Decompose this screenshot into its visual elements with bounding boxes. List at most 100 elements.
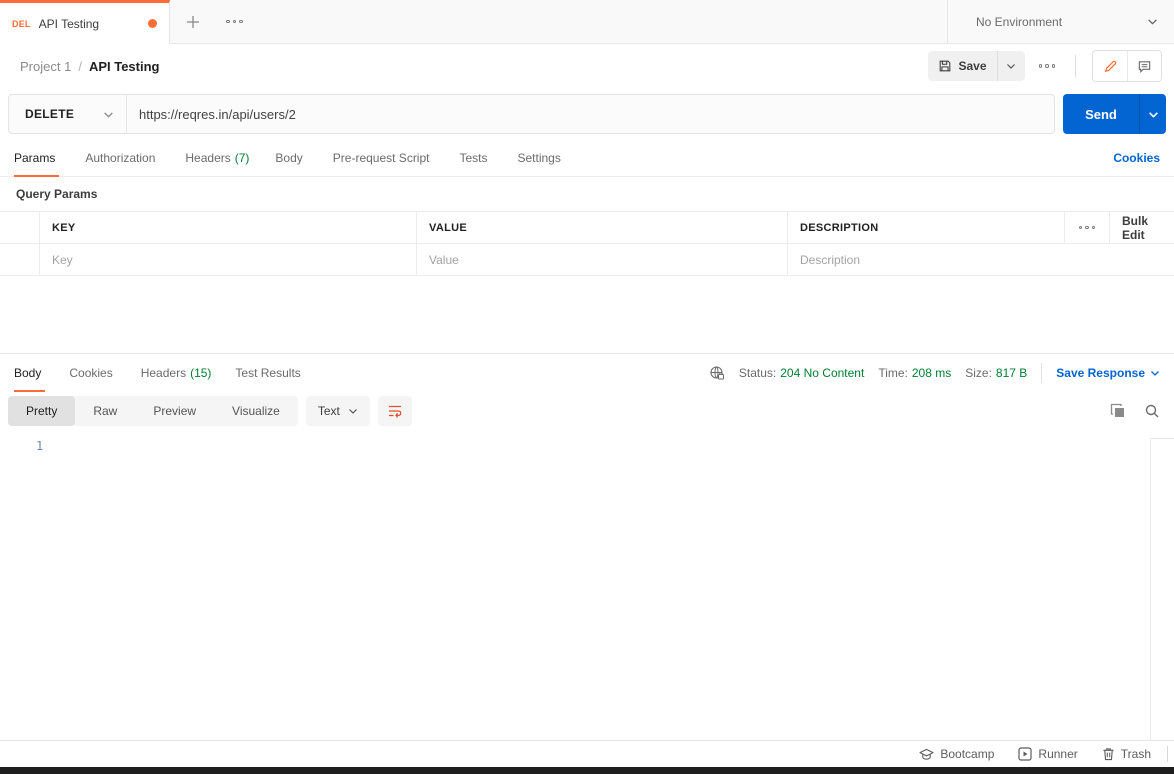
tab-count: (15): [190, 365, 212, 380]
tab-label: Pre-request Script: [332, 151, 430, 165]
tab-settings[interactable]: Settings: [518, 140, 565, 176]
url-bar: DELETE https://reqres.in/api/users/2: [8, 94, 1055, 134]
open-request-tab[interactable]: DEL API Testing: [0, 0, 170, 44]
window-edge: [0, 767, 1174, 774]
size-label: Size:: [965, 365, 992, 380]
tab-authorization[interactable]: Authorization: [85, 140, 159, 176]
response-tab-test-results[interactable]: Test Results: [235, 354, 304, 391]
tab-tests[interactable]: Tests: [459, 140, 491, 176]
minimap-top-border: [1151, 438, 1174, 439]
tab-options-button[interactable]: [216, 0, 253, 43]
request-tab-strip: DEL API Testing No Environment: [0, 0, 1174, 44]
tab-label: Params: [14, 151, 56, 165]
trash-label: Trash: [1120, 747, 1151, 761]
tab-title: API Testing: [38, 16, 100, 31]
bootcamp-label: Bootcamp: [940, 747, 995, 761]
table-header-row: KEY VALUE DESCRIPTION Bulk Edit: [0, 212, 1174, 244]
view-mode-pretty[interactable]: Pretty: [8, 396, 76, 426]
breadcrumb: Project 1 / API Testing: [20, 59, 159, 74]
save-response-button[interactable]: Save Response: [1041, 362, 1160, 383]
table-row: [0, 244, 1174, 276]
description-input[interactable]: [800, 252, 1162, 267]
network-info-icon[interactable]: [709, 365, 725, 381]
environment-selector[interactable]: No Environment: [947, 0, 1174, 43]
chevron-down-icon: [1007, 64, 1015, 69]
footer-divider: [1167, 746, 1168, 762]
view-mode-raw[interactable]: Raw: [75, 396, 135, 426]
pencil-icon: [1104, 60, 1116, 72]
save-dropdown-button[interactable]: [996, 51, 1025, 81]
row-checkbox-cell: [0, 244, 40, 275]
add-tab-button[interactable]: [170, 0, 216, 43]
more-options-icon: [222, 16, 247, 28]
status-footer: Bootcamp Runner Trash: [0, 740, 1174, 767]
wrap-text-icon: [388, 405, 402, 418]
response-tab-headers[interactable]: Headers (15): [141, 354, 212, 391]
graduation-cap-icon: [919, 748, 934, 760]
cookies-link[interactable]: Cookies: [1113, 140, 1160, 176]
url-input[interactable]: https://reqres.in/api/users/2: [127, 107, 1054, 122]
tab-label: Tests: [459, 151, 488, 165]
request-more-options-button[interactable]: [1035, 60, 1060, 72]
time-meta: Time: 208 ms: [878, 366, 951, 380]
chevron-down-icon: [1148, 19, 1157, 25]
status-meta: Status: 204 No Content: [739, 366, 864, 380]
tab-label: Body: [14, 365, 42, 380]
key-input[interactable]: [52, 252, 404, 267]
value-input[interactable]: [429, 252, 775, 267]
column-header-value: VALUE: [417, 212, 788, 243]
response-toolbar-right: [1108, 401, 1162, 421]
view-mode-visualize[interactable]: Visualize: [214, 396, 298, 426]
breadcrumb-project[interactable]: Project 1: [20, 59, 71, 74]
tab-body[interactable]: Body: [275, 140, 306, 176]
request-builder-row: DELETE https://reqres.in/api/users/2 Sen…: [0, 88, 1174, 140]
query-params-title: Query Params: [16, 187, 98, 201]
response-tabs-row: Body Cookies Headers (15) Test Results S…: [0, 353, 1174, 392]
format-selector[interactable]: Text: [305, 396, 370, 426]
edit-comment-group: [1092, 50, 1162, 82]
size-value: 817 B: [995, 365, 1028, 380]
trash-button[interactable]: Trash: [1092, 747, 1161, 761]
runner-button[interactable]: Runner: [1008, 747, 1087, 761]
key-cell: [40, 244, 417, 275]
save-button[interactable]: Save: [928, 51, 997, 81]
header-actions: Save: [928, 50, 1162, 82]
bootcamp-button[interactable]: Bootcamp: [909, 747, 1004, 761]
minimap-divider: [1150, 438, 1151, 740]
tab-pre-request-script[interactable]: Pre-request Script: [333, 140, 434, 176]
view-mode-switch: Pretty Raw Preview Visualize: [8, 396, 298, 426]
search-response-button[interactable]: [1142, 401, 1162, 421]
tab-label: Headers: [185, 151, 231, 165]
tab-headers[interactable]: Headers (7): [185, 140, 249, 176]
request-pane-spacer: [0, 276, 1174, 353]
send-options-button[interactable]: [1139, 94, 1166, 134]
tab-label: Body: [275, 151, 303, 165]
tab-method-badge: DEL: [12, 18, 31, 29]
wrap-text-button[interactable]: [377, 396, 412, 426]
postman-window: DEL API Testing No Environment Project 1…: [0, 0, 1174, 774]
tab-params[interactable]: Params: [14, 140, 60, 177]
response-tab-body[interactable]: Body: [14, 354, 46, 392]
response-tab-cookies[interactable]: Cookies: [69, 354, 116, 391]
bulk-edit-button[interactable]: Bulk Edit: [1110, 212, 1174, 243]
params-more-options-button[interactable]: [1065, 212, 1110, 243]
status-value: 204 No Content: [780, 365, 865, 380]
breadcrumb-current[interactable]: API Testing: [89, 59, 160, 74]
copy-response-button[interactable]: [1108, 401, 1128, 421]
description-cell: [788, 244, 1174, 275]
edit-documentation-button[interactable]: [1093, 51, 1127, 81]
chevron-down-icon: [1148, 111, 1158, 118]
method-selector[interactable]: DELETE: [9, 95, 127, 133]
line-number: 1: [36, 439, 44, 453]
send-button[interactable]: Send: [1063, 94, 1139, 134]
trash-icon: [1103, 748, 1114, 761]
copy-icon: [1110, 403, 1124, 417]
comment-icon: [1138, 60, 1151, 73]
column-header-description: DESCRIPTION: [788, 212, 1065, 243]
breadcrumb-separator: /: [78, 58, 82, 74]
comments-button[interactable]: [1127, 51, 1161, 81]
view-mode-preview[interactable]: Preview: [135, 396, 214, 426]
value-cell: [417, 244, 788, 275]
chevron-down-icon: [1151, 370, 1159, 376]
response-body-editor[interactable]: 1: [0, 431, 1174, 740]
